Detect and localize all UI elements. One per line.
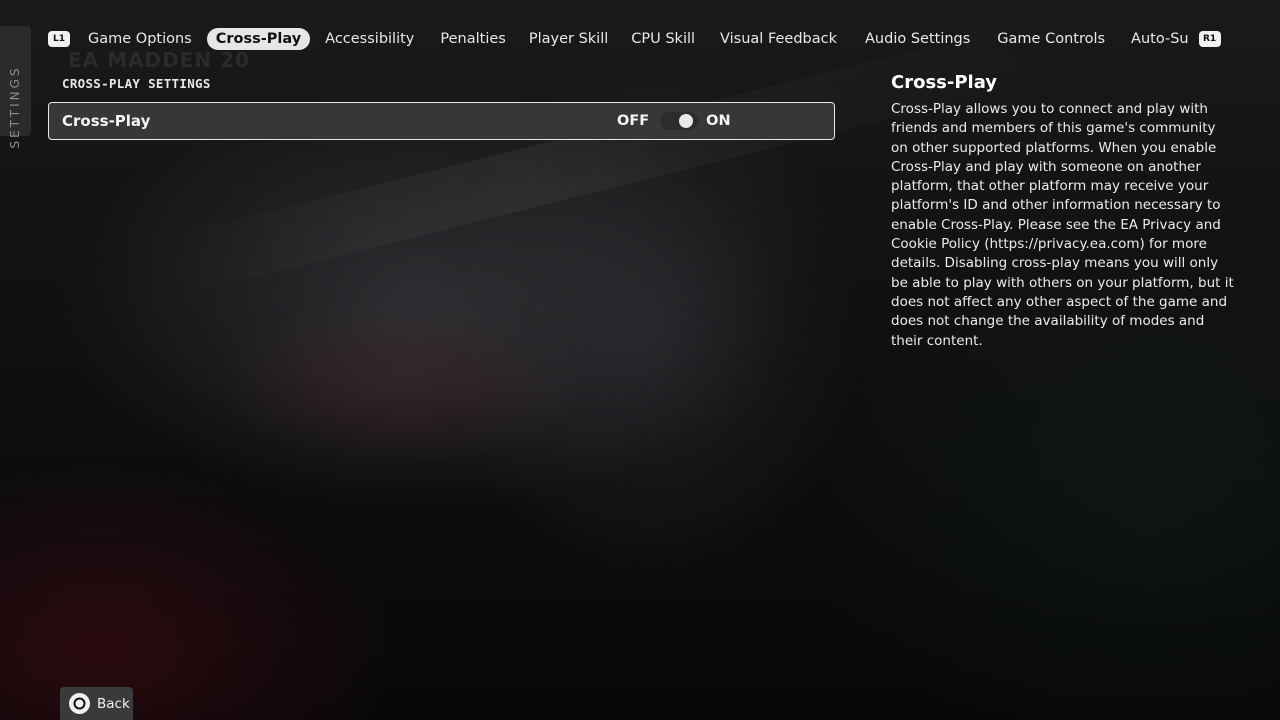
tab-penalties[interactable]: Penalties bbox=[431, 28, 514, 50]
tab-audio-settings[interactable]: Audio Settings bbox=[856, 28, 979, 50]
tab-cross-play[interactable]: Cross-Play bbox=[206, 28, 311, 50]
background-logo-watermark: EA MADDEN 20 bbox=[68, 48, 250, 72]
description-body: Cross-Play allows you to connect and pla… bbox=[891, 101, 1234, 349]
tab-bar: L1 Game Options Cross-Play Accessibility… bbox=[48, 27, 1221, 51]
cross-play-setting-row[interactable]: Cross-Play OFF ON bbox=[48, 102, 835, 140]
description-title: Cross-Play bbox=[891, 72, 998, 93]
cross-play-toggle[interactable]: OFF ON bbox=[617, 111, 731, 131]
l1-button-icon[interactable]: L1 bbox=[48, 31, 70, 47]
toggle-knob bbox=[679, 114, 694, 128]
tab-cpu-skill[interactable]: CPU Skill bbox=[622, 28, 704, 50]
section-title: CROSS-PLAY SETTINGS bbox=[62, 76, 211, 91]
toggle-on-label[interactable]: ON bbox=[706, 113, 730, 129]
setting-label: Cross-Play bbox=[62, 112, 151, 130]
circle-button-icon bbox=[69, 693, 90, 714]
back-label: Back bbox=[97, 695, 130, 712]
side-tab-label: SETTINGS bbox=[8, 65, 22, 149]
tab-game-options[interactable]: Game Options bbox=[79, 28, 201, 50]
tab-game-controls[interactable]: Game Controls bbox=[988, 28, 1114, 50]
r1-button-icon[interactable]: R1 bbox=[1198, 31, 1221, 47]
side-settings-tab[interactable]: SETTINGS bbox=[0, 26, 31, 149]
back-button[interactable]: Back bbox=[60, 687, 133, 720]
tab-visual-feedback[interactable]: Visual Feedback bbox=[711, 28, 846, 50]
toggle-off-label[interactable]: OFF bbox=[617, 113, 649, 129]
toggle-switch[interactable] bbox=[660, 112, 699, 130]
tab-player-skill[interactable]: Player Skill bbox=[520, 28, 617, 50]
tab-accessibility[interactable]: Accessibility bbox=[316, 28, 423, 50]
settings-screen: EA MADDEN 20 SETTINGS L1 Game Options Cr… bbox=[0, 0, 1280, 720]
tab-auto-substitution[interactable]: Auto-Su bbox=[1122, 28, 1198, 50]
